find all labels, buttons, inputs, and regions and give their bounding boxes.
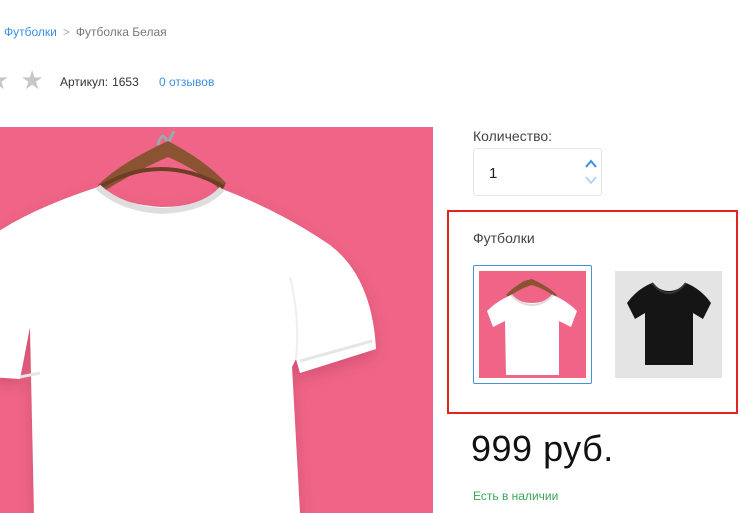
quantity-label: Количество: — [473, 128, 553, 144]
breadcrumb-current: Футболка Белая — [75, 25, 167, 39]
sku-value: 1653 — [112, 75, 139, 89]
rating-stars[interactable]: ★ ★ — [0, 66, 46, 94]
stock-status: Есть в наличии — [473, 489, 559, 503]
sku: Артикул: 1653 — [60, 75, 139, 89]
product-main-image[interactable] — [0, 127, 433, 513]
quantity-value[interactable]: 1 — [489, 165, 497, 182]
sku-label: Артикул: — [60, 75, 109, 89]
white-tshirt-thumbnail — [479, 271, 586, 378]
variant-selector: Футболки — [447, 210, 738, 414]
white-tshirt-image — [0, 130, 376, 513]
product-price: 999 руб. — [471, 428, 614, 469]
variant-thumb-black[interactable] — [609, 265, 728, 384]
black-tshirt-thumbnail — [615, 271, 722, 378]
chevron-down-icon[interactable] — [584, 173, 598, 187]
breadcrumb: Футболки > Футболка Белая — [4, 24, 167, 40]
reviews-link[interactable]: 0 отзывов — [159, 75, 214, 89]
breadcrumb-link-tshirts[interactable]: Футболки — [4, 25, 57, 39]
variant-thumb-white[interactable] — [473, 265, 592, 384]
quantity-stepper[interactable]: 1 — [473, 148, 602, 196]
variant-title: Футболки — [473, 230, 535, 246]
breadcrumb-separator-icon: > — [62, 25, 70, 39]
chevron-up-icon[interactable] — [584, 157, 598, 171]
